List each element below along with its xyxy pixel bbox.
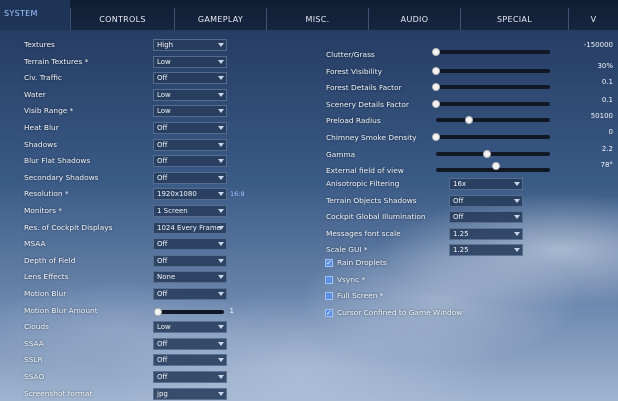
setting-label: Clutter/Grass — [326, 50, 375, 59]
graphics-settings-right: Clutter/Grass -150000 Forest Visibility 30… — [0, 0, 618, 401]
checkbox-label: Cursor Confined to Game Window — [337, 307, 463, 317]
chevron-down-icon — [514, 215, 520, 220]
forest-visibility-slider[interactable] — [436, 68, 550, 73]
setting-label: Preload Radius — [326, 116, 381, 126]
cursor-confined-checkbox[interactable]: ✓ — [325, 308, 333, 317]
setting-label: Anisotropic Filtering — [326, 179, 400, 188]
chevron-down-icon — [514, 198, 520, 203]
scale-gui-dropdown[interactable]: 1.25 — [449, 244, 523, 257]
messages-font-scale-dropdown[interactable]: 1.25 — [449, 227, 523, 240]
setting-label: Terrain Objects Shadows — [326, 195, 417, 205]
clutter-grass-slider[interactable] — [436, 50, 550, 54]
chimney-smoke-slider[interactable] — [436, 135, 550, 139]
slider-knob[interactable] — [465, 116, 474, 125]
vsync-checkbox[interactable] — [325, 275, 333, 284]
cockpit-gi-dropdown[interactable]: Off — [449, 211, 523, 224]
chevron-down-icon — [514, 248, 520, 253]
chevron-down-icon — [514, 182, 520, 186]
setting-label: Gamma — [326, 149, 356, 159]
slider-value: 30% — [597, 61, 613, 70]
terrain-objects-shadows-dropdown[interactable]: Off — [449, 194, 523, 207]
chevron-down-icon — [514, 231, 520, 236]
slider-knob[interactable] — [432, 133, 440, 141]
dropdown-value: Off — [453, 196, 464, 205]
dropdown-value: 16x — [453, 180, 467, 188]
full-screen-checkbox[interactable] — [325, 292, 333, 301]
slider-value: 50100 — [590, 112, 613, 121]
setting-label: Cockpit Global Illumination — [326, 212, 426, 222]
dropdown-value: 1.25 — [453, 246, 469, 255]
scenery-details-slider[interactable] — [436, 101, 550, 106]
setting-label: Messages font scale — [326, 228, 401, 238]
checkbox-label: Rain Droplets — [337, 258, 387, 267]
rain-droplets-checkbox[interactable]: ✓ — [325, 259, 333, 267]
slider-value: 2.2 — [601, 144, 613, 153]
setting-label: Forest Visibility — [326, 66, 383, 76]
forest-details-slider[interactable] — [436, 85, 550, 90]
slider-knob[interactable] — [432, 99, 440, 108]
slider-knob[interactable] — [483, 149, 492, 158]
slider-value: 0.1 — [601, 95, 613, 104]
dropdown-value: 1.25 — [453, 229, 469, 238]
slider-knob[interactable] — [432, 66, 440, 75]
slider-value: 78° — [600, 161, 613, 170]
preload-radius-slider[interactable] — [436, 118, 550, 123]
setting-label: Chimney Smoke Density — [326, 133, 417, 142]
setting-label: Forest Details Factor — [326, 83, 402, 93]
slider-value: 0 — [608, 128, 613, 136]
slider-knob[interactable] — [432, 83, 440, 92]
dropdown-value: Off — [453, 213, 464, 222]
slider-knob[interactable] — [432, 48, 440, 56]
checkbox-label: Full Screen * — [337, 291, 384, 301]
checkbox-label: Vsync * — [337, 274, 366, 284]
setting-label: Scenery Details Factor — [326, 99, 409, 109]
gamma-slider[interactable] — [436, 151, 550, 156]
slider-value: -150000 — [583, 41, 613, 49]
anisotropic-filtering-dropdown[interactable]: 16x — [449, 178, 523, 190]
slider-value: 0.1 — [601, 78, 613, 87]
